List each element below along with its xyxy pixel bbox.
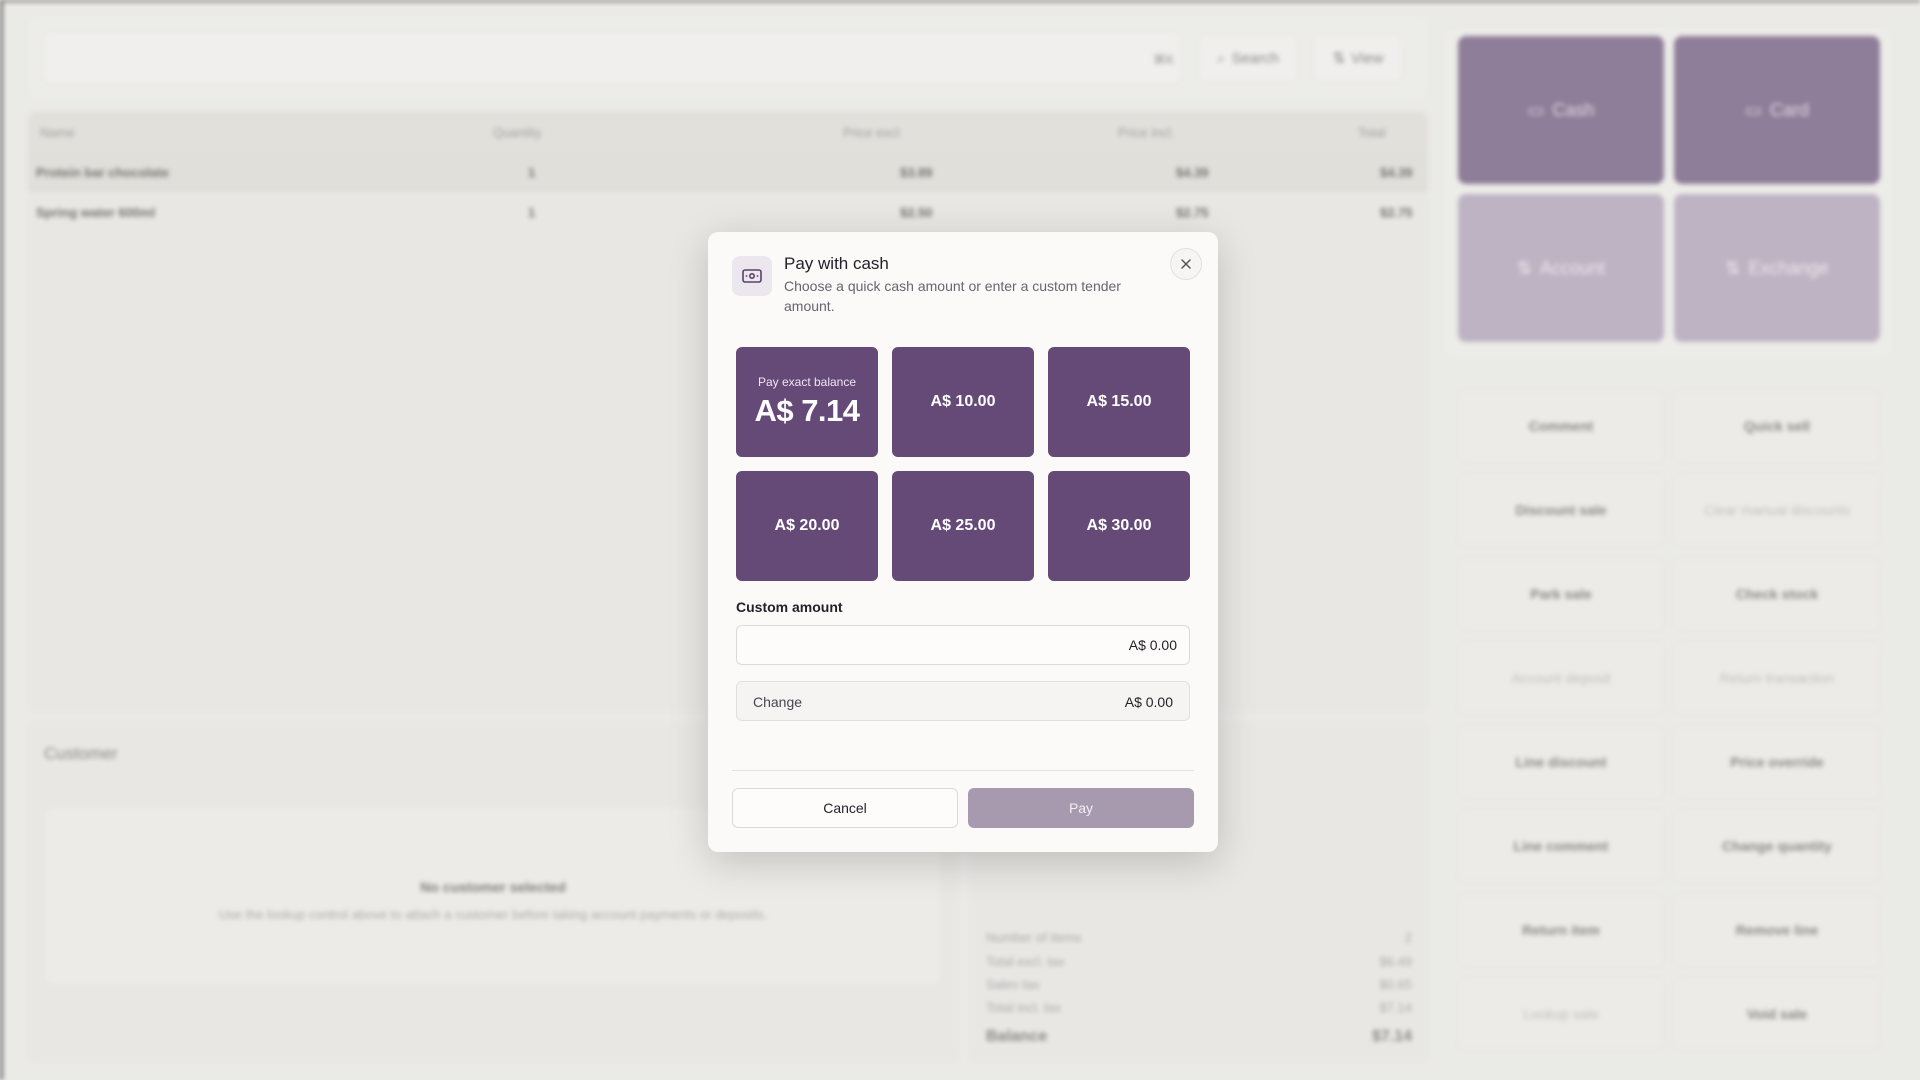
footer-divider [732,770,1194,771]
quick-amount-label: A$ 30.00 [1086,517,1152,534]
quick-amount-button[interactable]: A$ 30.00 [1048,471,1190,581]
quick-amount-label: A$ 10.00 [930,393,996,410]
quick-amount-label: A$ 15.00 [1086,393,1152,410]
quick-amount-button[interactable]: A$ 25.00 [892,471,1034,581]
cancel-button[interactable]: Cancel [732,788,958,828]
dialog-title: Pay with cash [784,254,889,273]
close-dialog-button[interactable] [1170,248,1202,280]
change-display: Change A$ 0.00 [736,681,1190,721]
quick-amount-button[interactable]: A$ 20.00 [736,471,878,581]
quick-amount-label: A$ 25.00 [930,517,996,534]
quick-amount-button[interactable]: A$ 10.00 [892,347,1034,457]
quick-amount-label: A$ 20.00 [774,517,840,534]
pay-exact-amount: A$ 7.14 [754,393,860,428]
pay-with-cash-dialog: Pay with cash Choose a quick cash amount… [708,232,1218,852]
change-value: A$ 0.00 [1124,694,1173,710]
cash-icon [732,256,772,296]
custom-amount-label: Custom amount [736,599,843,615]
dialog-description: Choose a quick cash amount or enter a cu… [784,278,1121,314]
pay-exact-balance-button[interactable]: Pay exact balance A$ 7.14 [736,347,878,457]
custom-amount-input[interactable] [736,625,1190,665]
pay-button[interactable]: Pay [968,788,1194,828]
change-label: Change [753,694,803,710]
close-icon [1181,259,1191,269]
pay-exact-label: Pay exact balance [757,375,857,389]
quick-amount-button[interactable]: A$ 15.00 [1048,347,1190,457]
